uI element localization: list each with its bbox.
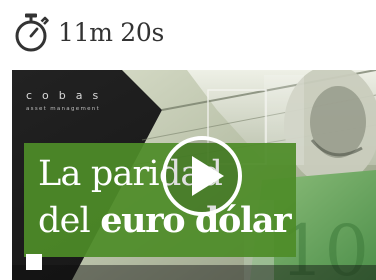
- play-button[interactable]: [162, 136, 242, 216]
- duration-text: 11m 20s: [58, 17, 165, 47]
- play-icon: [192, 156, 224, 196]
- video-title-line2: del euro dólar: [38, 201, 292, 241]
- brand-name: cobas: [26, 89, 109, 102]
- video-title-panel: La paridad del euro dólar: [24, 143, 296, 257]
- brand-tagline: asset management: [26, 106, 101, 112]
- video-thumbnail[interactable]: 10 cobas asset management La paridad del…: [12, 70, 376, 280]
- brand-logo: cobas asset management: [26, 90, 146, 113]
- corner-mark: [26, 254, 42, 270]
- stopwatch-icon: [15, 13, 49, 52]
- video-title-line2-regular: del: [38, 201, 101, 241]
- video-duration: 11m 20s: [12, 10, 164, 54]
